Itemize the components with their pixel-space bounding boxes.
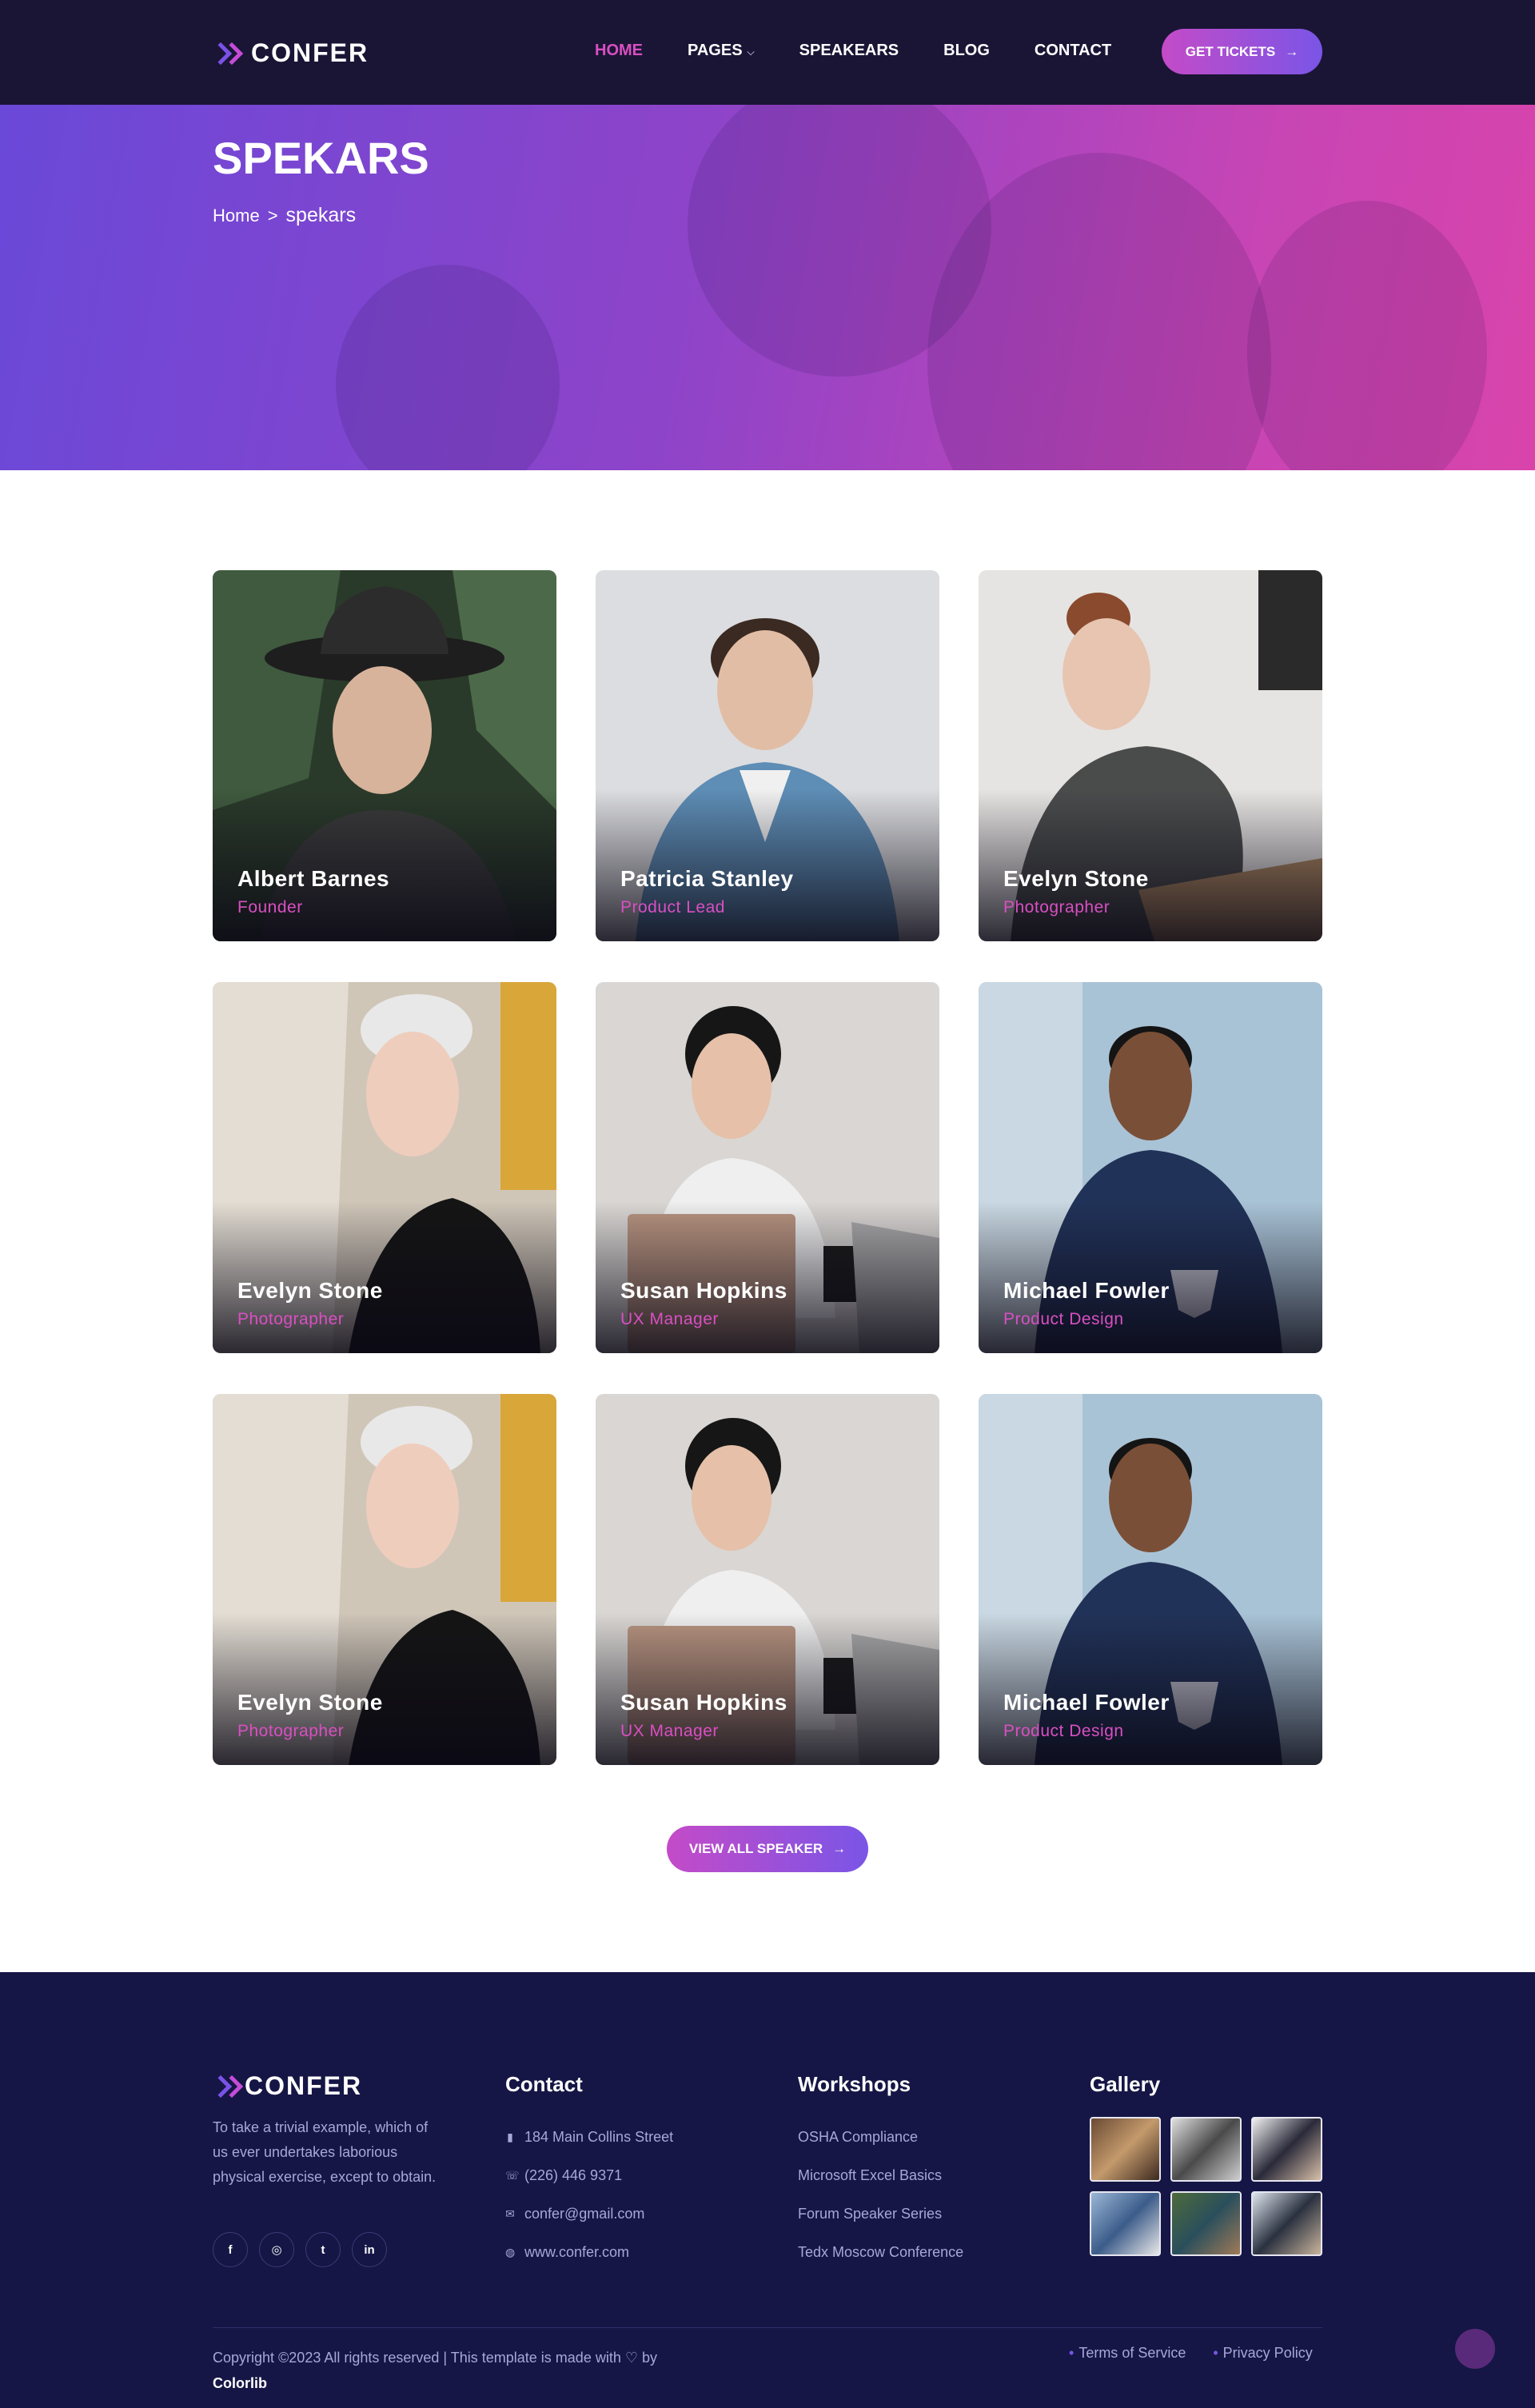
breadcrumb-current: spekars [285,204,357,226]
instagram-icon[interactable]: ◎ [259,2232,294,2267]
nav-pages[interactable]: PAGES ⌵ [688,42,755,60]
speaker-name: Patricia Stanley [620,866,794,891]
contact-phone[interactable]: ☏ (226) 446 9371 [505,2156,673,2194]
speaker-name: Evelyn Stone [237,1690,383,1715]
speaker-role: Photographer [1003,898,1110,916]
speaker-role: UX Manager [620,1722,719,1740]
contact-phone-text: (226) 446 9371 [524,2166,623,2183]
nav-pages-label: PAGES [688,42,743,59]
speaker-card[interactable]: Susan Hopkins UX Manager [596,982,939,1353]
logo-chevrons-icon [209,2075,244,2098]
gallery-thumbnail[interactable] [1251,2191,1322,2256]
speaker-card[interactable]: Patricia Stanley Product Lead [596,570,939,941]
footer-about-text: To take a trivial example, which of us e… [213,2119,437,2185]
twitter-icon[interactable]: t [305,2232,341,2267]
gallery-thumbnail[interactable] [1170,2191,1242,2256]
chevron-down-icon: ⌵ [747,46,755,58]
breadcrumb-separator: > [267,205,278,226]
speaker-card[interactable]: Evelyn Stone Photographer [979,570,1322,941]
get-tickets-button[interactable]: GET TICKETS → [1162,29,1322,74]
logo[interactable]: CONFER [209,38,369,68]
breadcrumb: Home > spekars [213,204,356,227]
facebook-icon[interactable]: f [213,2232,248,2267]
workshop-link[interactable]: Microsoft Excel Basics [798,2156,963,2194]
gallery-grid [1090,2117,1322,2256]
contact-address: ▮ 184 Main Collins Street [505,2118,673,2156]
speaker-name: Evelyn Stone [1003,866,1149,891]
gallery-heading: Gallery [1090,2072,1161,2096]
speaker-role: Product Design [1003,1722,1124,1740]
speaker-role: UX Manager [620,1310,719,1328]
legal-links: Terms of Service Privacy Policy [1069,2345,1313,2362]
speaker-card[interactable]: Susan Hopkins UX Manager [596,1394,939,1765]
terms-link[interactable]: Terms of Service [1069,2345,1186,2362]
speaker-name: Michael Fowler [1003,1690,1170,1715]
workshop-link[interactable]: Forum Speaker Series [798,2194,963,2233]
social-links: f ◎ t in [213,2232,387,2267]
gallery-thumbnail[interactable] [1170,2117,1242,2182]
speaker-role: Founder [237,898,303,916]
gallery-thumbnail[interactable] [1090,2191,1161,2256]
speaker-name: Susan Hopkins [620,1690,787,1715]
nav-speakers[interactable]: SPEAKEARS [799,42,899,60]
speaker-role: Photographer [237,1722,345,1740]
contact-email-text: confer@gmail.com [524,2205,645,2222]
privacy-link[interactable]: Privacy Policy [1213,2345,1313,2362]
contact-email[interactable]: ✉ confer@gmail.com [505,2194,673,2233]
speaker-card[interactable]: Evelyn Stone Photographer [213,982,556,1353]
workshop-link[interactable]: Tedx Moscow Conference [798,2233,963,2271]
page-title: SPEKARS [213,133,429,183]
logo-text: CONFER [251,38,369,67]
speaker-card[interactable]: Evelyn Stone Photographer [213,1394,556,1765]
nav-blog[interactable]: BLOG [943,42,990,60]
phone-icon: ☏ [505,2168,520,2182]
back-to-top-button[interactable] [1455,2329,1495,2369]
speakers-grid: Albert Barnes Founder Patricia Stanley P… [213,570,1322,1765]
contact-address-text: 184 Main Collins Street [524,2128,674,2145]
contact-website-text: www.confer.com [524,2243,630,2260]
globe-icon: ◍ [505,2245,516,2258]
footer-divider [213,2327,1322,2328]
speaker-card[interactable]: Michael Fowler Product Design [979,1394,1322,1765]
breadcrumb-home[interactable]: Home [213,206,260,226]
gallery-thumbnail[interactable] [1251,2117,1322,2182]
contact-website[interactable]: ◍ www.confer.com [505,2233,673,2271]
workshop-link[interactable]: OSHA Compliance [798,2118,963,2156]
speaker-card[interactable]: Michael Fowler Product Design [979,982,1322,1353]
speaker-name: Evelyn Stone [237,1278,383,1303]
speaker-name: Michael Fowler [1003,1278,1170,1303]
copyright: Copyright ©2023 All rights reserved | Th… [213,2345,657,2396]
nav-contact[interactable]: CONTACT [1035,42,1111,60]
map-icon: ▮ [507,2130,513,2143]
nav-home[interactable]: HOME [595,42,643,60]
workshops-list: OSHA Compliance Microsoft Excel Basics F… [798,2118,963,2271]
main-nav: HOME PAGES ⌵ SPEAKEARS BLOG CONTACT [595,42,1111,60]
speaker-role: Product Design [1003,1310,1124,1328]
arrow-right-icon: → [832,1841,847,1856]
copyright-text: Copyright ©2023 All rights reserved | Th… [213,2350,657,2366]
speaker-card[interactable]: Albert Barnes Founder [213,570,556,941]
contact-heading: Contact [505,2072,583,2096]
speaker-name: Susan Hopkins [620,1278,787,1303]
gallery-thumbnail[interactable] [1090,2117,1161,2182]
speaker-name: Albert Barnes [237,866,390,891]
colorlib-link[interactable]: Colorlib [213,2370,657,2396]
mail-icon: ✉ [505,2206,515,2220]
footer-logo[interactable]: CONFER [209,2071,363,2101]
linkedin-icon[interactable]: in [352,2232,387,2267]
arrow-right-icon: → [1285,43,1299,59]
speaker-role: Product Lead [620,898,725,916]
contact-list: ▮ 184 Main Collins Street ☏ (226) 446 9371… [505,2118,673,2271]
view-all-label: VIEW ALL SPEAKER [688,1841,823,1856]
speaker-role: Photographer [237,1310,345,1328]
footer-logo-text: CONFER [245,2071,363,2100]
view-all-speakers-button[interactable]: VIEW ALL SPEAKER → [667,1826,868,1872]
workshops-heading: Workshops [798,2072,911,2096]
get-tickets-label: GET TICKETS [1185,43,1276,59]
logo-chevrons-icon [209,42,244,65]
